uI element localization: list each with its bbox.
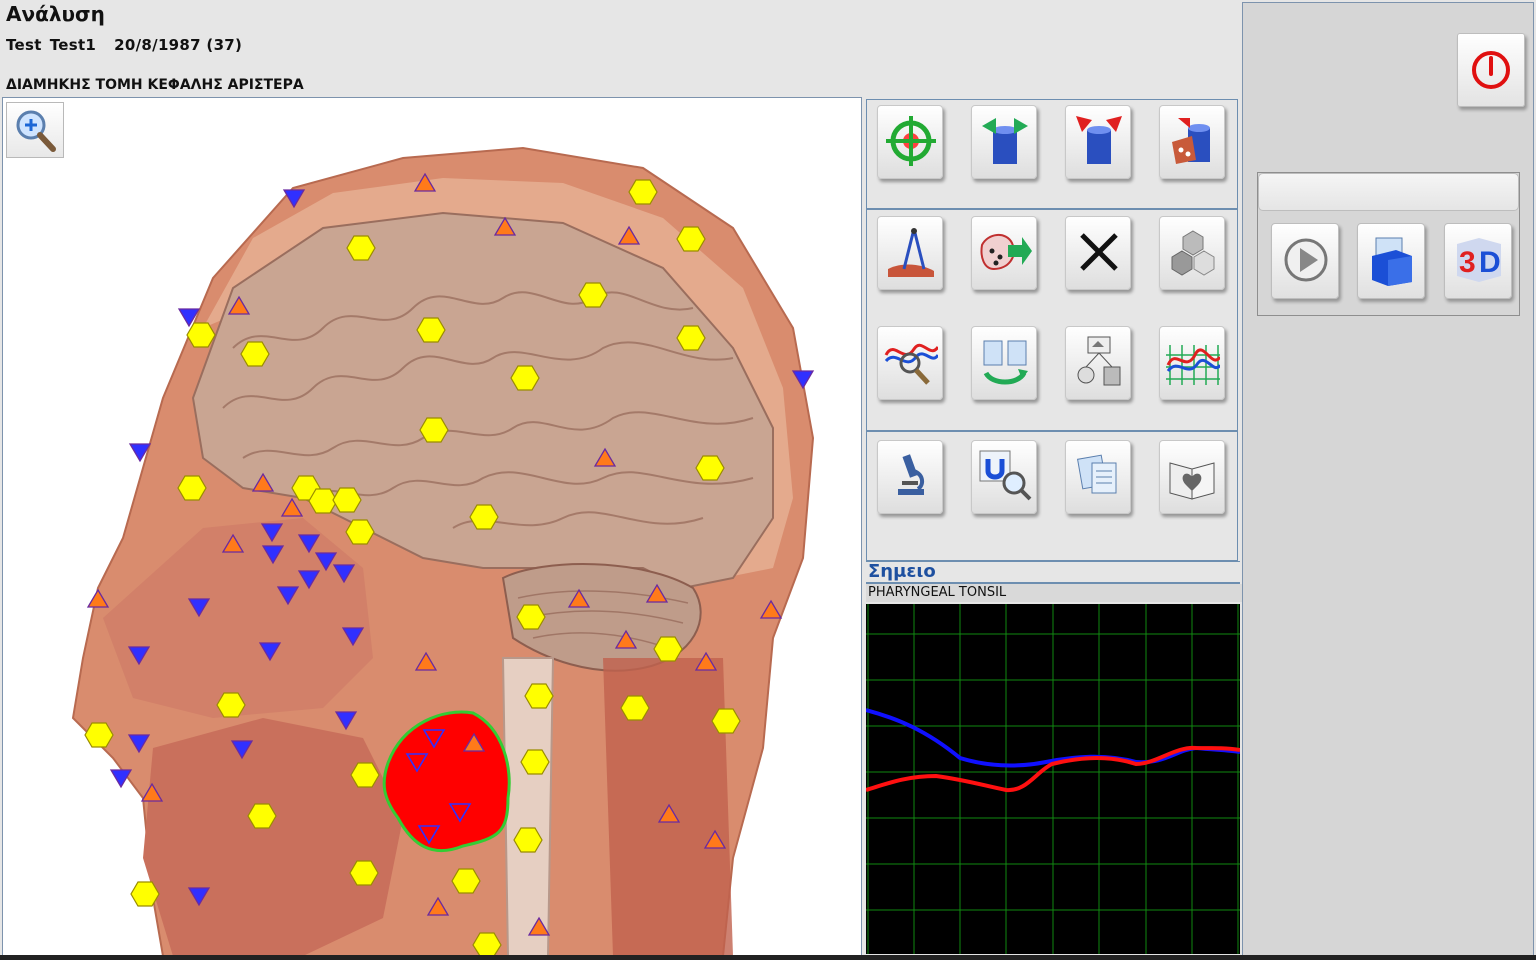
patient-dob: 20/8/1987 (37) [114,36,243,54]
folder-box-button[interactable] [1357,223,1425,299]
book-heart-icon [1169,462,1215,500]
target-icon [886,116,936,166]
right-side-panel [1242,2,1534,956]
waveform-grid-button[interactable] [1159,326,1225,400]
wave-magnifier-icon [884,343,938,385]
media-group-header [1258,173,1519,211]
microscope-icon [898,454,925,495]
delete-button[interactable] [1065,216,1131,290]
cylinder-arrows-out-icon [982,118,1028,164]
point-name: PHARYNGEAL TONSIL [866,584,1242,602]
bottom-edge [0,955,1536,960]
compass-tool-icon [888,228,934,277]
scan-diagram-icon [1077,336,1121,386]
target-button[interactable] [877,105,943,179]
play-icon [1284,238,1328,282]
3d-view-button[interactable]: 3 D [1444,223,1512,299]
scan-diagram-button[interactable] [1065,326,1131,400]
book-heart-button[interactable] [1159,440,1225,514]
compress-cylinder-button[interactable] [1065,105,1131,179]
cycle-documents-button[interactable] [971,326,1037,400]
region-arrow-button[interactable] [971,216,1037,290]
folder-box-icon [1372,237,1412,286]
zoom-in-icon [16,110,56,152]
close-icon [1080,233,1118,271]
tool-group-divider [867,208,1237,210]
expand-cylinder-button[interactable] [971,105,1037,179]
zoom-button[interactable] [6,102,64,158]
section-title: ΔΙΑΜΗΚΗΣ ΤΟΜΗ ΚΕΦΑΛΗΣ ΑΡΙΣΤΕΡΑ [6,77,304,93]
anatomy-image-panel[interactable] [2,97,862,957]
patient-last-name: Test1 [49,36,97,54]
cylinder-pattern-icon [1172,118,1210,164]
documents-icon [1076,454,1117,494]
cylinder-pattern-button[interactable] [1159,105,1225,179]
svg-text:3: 3 [1459,246,1476,279]
power-button[interactable] [1457,33,1525,107]
cubes-button[interactable] [1159,216,1225,290]
patient-first-name: Test [6,36,42,54]
play-button[interactable] [1271,223,1339,299]
wave-search-button[interactable] [877,326,943,400]
cycle-documents-icon [983,340,1028,385]
tools-panel [866,99,1238,561]
cubes-icon [1171,230,1215,276]
cylinder-arrows-in-icon [1076,116,1122,164]
svg-text:D: D [1479,246,1501,279]
magnet-magnifier-icon [979,450,1032,501]
head-cross-section-image [71,146,815,956]
signal-graph-canvas [865,604,1241,954]
region-arrow-icon [980,234,1032,271]
window-title: Ανάλυση [6,2,105,26]
waveform-grid-icon [1166,345,1220,385]
patient-info: Test Test1 20/8/1987 (37) [6,36,260,54]
compass-button[interactable] [877,216,943,290]
magnet-search-button[interactable] [971,440,1037,514]
microscope-button[interactable] [877,440,943,514]
3d-icon: 3 D [1457,238,1501,282]
documents-button[interactable] [1065,440,1131,514]
tool-group-divider [867,430,1237,432]
power-icon [1472,51,1510,89]
point-header: Σημειο [866,561,1240,584]
signal-graph [865,604,1241,954]
